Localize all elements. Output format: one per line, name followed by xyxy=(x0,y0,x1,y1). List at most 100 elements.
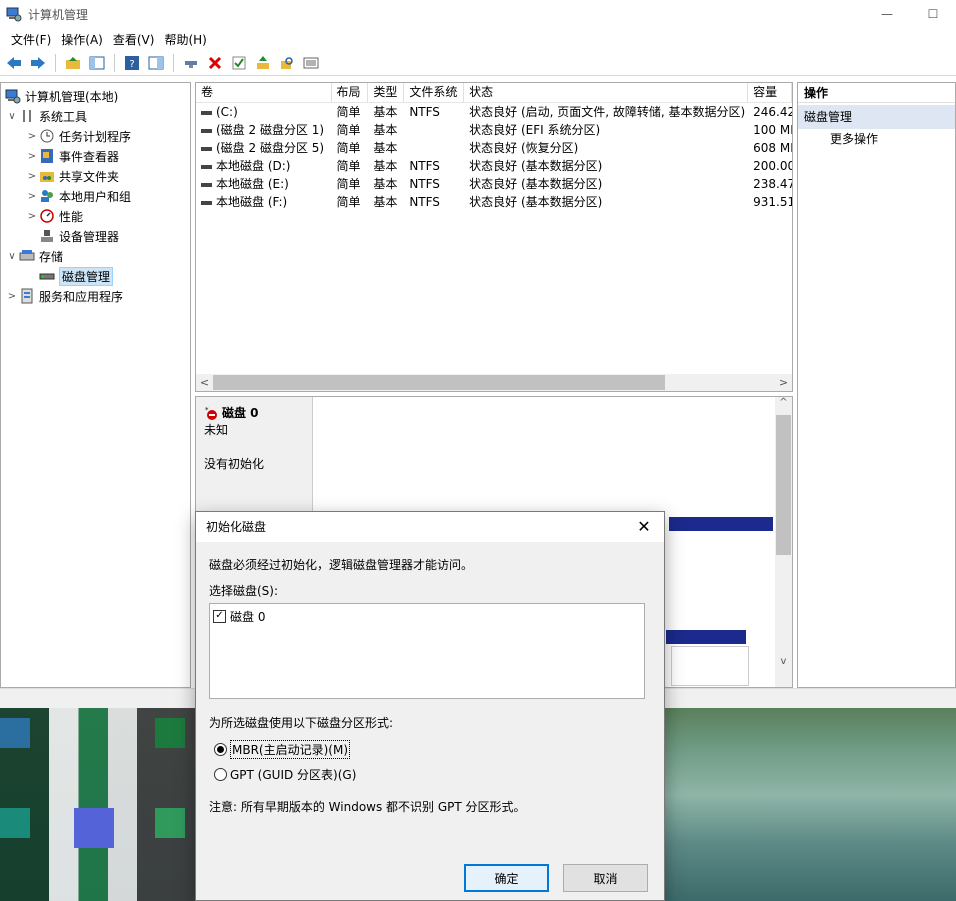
desktop-icon[interactable] xyxy=(155,808,185,838)
table-cell: 基本 xyxy=(368,139,404,157)
chevron-right-icon[interactable]: > xyxy=(5,291,19,302)
gpt-option[interactable]: GPT (GUID 分区表)(G) xyxy=(214,766,356,783)
chevron-down-icon[interactable]: ∨ xyxy=(5,111,19,122)
users-icon xyxy=(39,188,55,204)
table-cell-text: 608 MB xyxy=(753,141,792,155)
actions-group-disk-management[interactable]: 磁盘管理 xyxy=(798,105,955,129)
help-icon[interactable]: ? xyxy=(122,53,142,73)
table-cell-text: 简单 xyxy=(336,105,361,119)
scroll-left-icon[interactable]: < xyxy=(196,376,213,389)
table-cell-text: NTFS xyxy=(409,159,440,173)
desktop-icon[interactable] xyxy=(155,718,185,748)
horizontal-scrollbar[interactable]: < > xyxy=(196,374,792,391)
tree-item-computer-management[interactable]: 计算机管理(本地) xyxy=(1,86,190,106)
table-cell-text: 本地磁盘 (D:) xyxy=(216,159,291,173)
scroll-down-icon[interactable]: v xyxy=(775,656,792,667)
column-header-capacity[interactable]: 容量 xyxy=(748,83,792,102)
show-hide-tree-icon[interactable] xyxy=(87,53,107,73)
minimize-button[interactable]: — xyxy=(864,0,910,28)
table-cell-text: NTFS xyxy=(409,105,440,119)
gpt-note: 注意: 所有早期版本的 Windows 都不识别 GPT 分区形式。 xyxy=(209,800,526,814)
scroll-up-icon[interactable]: ^ xyxy=(775,397,792,408)
ok-button[interactable]: 确定 xyxy=(464,864,549,892)
tree-item-event-viewer[interactable]: > 事件查看器 xyxy=(1,146,190,166)
table-cell: 简单 xyxy=(332,193,369,211)
mbr-option[interactable]: MBR(主启动记录)(M) xyxy=(214,740,351,759)
table-row[interactable]: 本地磁盘 (D:) 简单 基本 NTFS 状态良好 (基本数据分区) 200.00 xyxy=(196,157,792,175)
vertical-scrollbar[interactable]: ^ v xyxy=(775,397,792,687)
tree-item-shared-folders[interactable]: > 共享文件夹 xyxy=(1,166,190,186)
tree-item-task-scheduler[interactable]: > 任务计划程序 xyxy=(1,126,190,146)
disk-0-checkbox[interactable]: ✓ xyxy=(213,609,226,623)
table-row[interactable]: 本地磁盘 (F:) 简单 基本 NTFS 状态良好 (基本数据分区) 931.51 xyxy=(196,193,792,211)
delete-icon[interactable] xyxy=(205,53,225,73)
menu-help[interactable]: 帮助(H) xyxy=(159,31,211,48)
menu-file[interactable]: 文件(F) xyxy=(6,31,56,48)
chevron-down-icon[interactable]: ∨ xyxy=(5,251,19,262)
toolbar: ? xyxy=(0,50,956,76)
table-cell: 基本 xyxy=(368,193,404,211)
table-row[interactable]: (C:) 简单 基本 NTFS 状态良好 (启动, 页面文件, 故障转储, 基本数据分区… xyxy=(196,103,792,121)
chevron-right-icon[interactable]: > xyxy=(25,131,39,142)
desktop-icon[interactable] xyxy=(0,808,30,838)
tree-item-system-tools[interactable]: ∨ 系统工具 xyxy=(1,106,190,126)
chevron-right-icon[interactable]: > xyxy=(25,171,39,182)
tree-item-label: 共享文件夹 xyxy=(59,169,120,184)
disk-0-label[interactable]: * 磁盘 0 未知 没有初始化 xyxy=(196,397,313,517)
menu-action[interactable]: 操作(A) xyxy=(56,31,108,48)
properties-pane-icon[interactable] xyxy=(146,53,166,73)
scrollbar-thumb[interactable] xyxy=(776,415,791,555)
disk-name: 磁盘 0 xyxy=(222,406,259,420)
close-icon[interactable]: ✕ xyxy=(624,512,664,541)
tree-item-disk-management[interactable]: 磁盘管理 xyxy=(1,266,190,286)
tree-item-label: 事件查看器 xyxy=(59,149,120,164)
table-cell: 本地磁盘 (D:) xyxy=(196,157,332,175)
table-row[interactable]: 本地磁盘 (E:) 简单 基本 NTFS 状态良好 (基本数据分区) 238.47 xyxy=(196,175,792,193)
tree-item-local-users[interactable]: > 本地用户和组 xyxy=(1,186,190,206)
volume-icon xyxy=(201,164,212,169)
search-icon[interactable] xyxy=(277,53,297,73)
gpt-radio[interactable] xyxy=(214,768,227,781)
table-cell-text: 基本 xyxy=(373,177,398,191)
menu-view[interactable]: 查看(V) xyxy=(108,31,160,48)
column-header-type[interactable]: 类型 xyxy=(368,83,405,102)
disk-type: 未知 xyxy=(204,423,229,437)
up-folder-icon[interactable] xyxy=(63,53,83,73)
tree-item-label: 设备管理器 xyxy=(59,229,120,244)
column-header-filesystem[interactable]: 文件系统 xyxy=(404,83,465,102)
desktop-icon[interactable] xyxy=(0,718,30,748)
more-actions-link[interactable]: 更多操作 xyxy=(798,129,955,149)
table-row[interactable]: (磁盘 2 磁盘分区 5) 简单基本 状态良好 (恢复分区) 608 MB xyxy=(196,139,792,157)
check-icon[interactable] xyxy=(229,53,249,73)
dialog-title-bar[interactable]: 初始化磁盘 ✕ xyxy=(196,512,664,541)
title-bar[interactable]: 计算机管理 — ☐ xyxy=(0,0,956,28)
desktop-icon[interactable] xyxy=(74,808,114,848)
column-header-layout[interactable]: 布局 xyxy=(332,83,369,102)
import-icon[interactable] xyxy=(253,53,273,73)
cancel-button[interactable]: 取消 xyxy=(563,864,648,892)
scroll-right-icon[interactable]: > xyxy=(775,376,792,389)
chevron-right-icon[interactable]: > xyxy=(25,211,39,222)
mbr-radio[interactable] xyxy=(214,743,227,756)
forward-arrow-icon[interactable] xyxy=(28,53,48,73)
list-view-icon[interactable] xyxy=(301,53,321,73)
table-cell-text: 简单 xyxy=(336,159,361,173)
tree-item-label: 本地用户和组 xyxy=(59,189,132,204)
table-row[interactable]: (磁盘 2 磁盘分区 1) 简单基本 状态良好 (EFI 系统分区) 100 MB xyxy=(196,121,792,139)
tree-item-device-manager[interactable]: 设备管理器 xyxy=(1,226,190,246)
back-arrow-icon[interactable] xyxy=(4,53,24,73)
column-header-status[interactable]: 状态 xyxy=(464,83,749,102)
chevron-right-icon[interactable]: > xyxy=(25,191,39,202)
column-header-volume[interactable]: 卷 xyxy=(196,83,332,102)
disk-select-item[interactable]: ✓ 磁盘 0 xyxy=(213,607,641,625)
tree-item-storage[interactable]: ∨ 存储 xyxy=(1,246,190,266)
tree-item-performance[interactable]: > 性能 xyxy=(1,206,190,226)
connect-icon[interactable] xyxy=(181,53,201,73)
maximize-button[interactable]: ☐ xyxy=(910,0,956,28)
chevron-right-icon[interactable]: > xyxy=(25,151,39,162)
tree-item-services-apps[interactable]: > 服务和应用程序 xyxy=(1,286,190,306)
scrollbar-thumb[interactable] xyxy=(213,375,665,390)
table-cell: (磁盘 2 磁盘分区 1) xyxy=(196,121,332,139)
tree-item-label: 磁盘管理 xyxy=(59,266,114,286)
table-cell: 200.00 xyxy=(748,157,792,175)
